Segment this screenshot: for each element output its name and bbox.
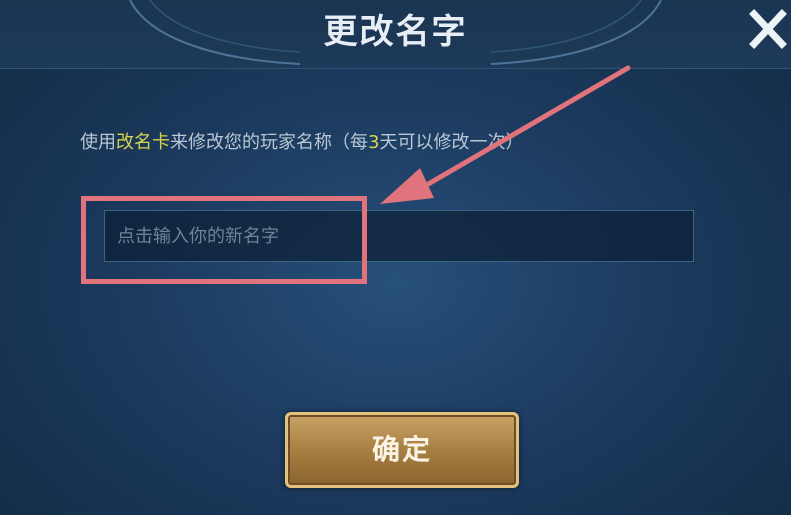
new-name-input[interactable] [104, 210, 694, 262]
description-suffix: 天可以修改一次） [379, 132, 524, 153]
close-button[interactable] [748, 6, 788, 50]
dialog-header: 更改名字 [0, 0, 791, 69]
close-icon [749, 9, 787, 49]
rename-description: 使用改名卡来修改您的玩家名称（每3天可以修改一次） [80, 128, 523, 154]
rename-dialog: 更改名字 使用改名卡来修改您的玩家名称（每3天可以修改一次） 确定 [0, 0, 791, 515]
description-middle: 来修改您的玩家名称（每 [170, 132, 368, 153]
days-count: 3 [368, 132, 380, 153]
dialog-title: 更改名字 [323, 12, 468, 52]
description-prefix: 使用 [80, 132, 116, 153]
confirm-button[interactable]: 确定 [285, 412, 519, 488]
rename-card-label: 改名卡 [116, 132, 170, 153]
